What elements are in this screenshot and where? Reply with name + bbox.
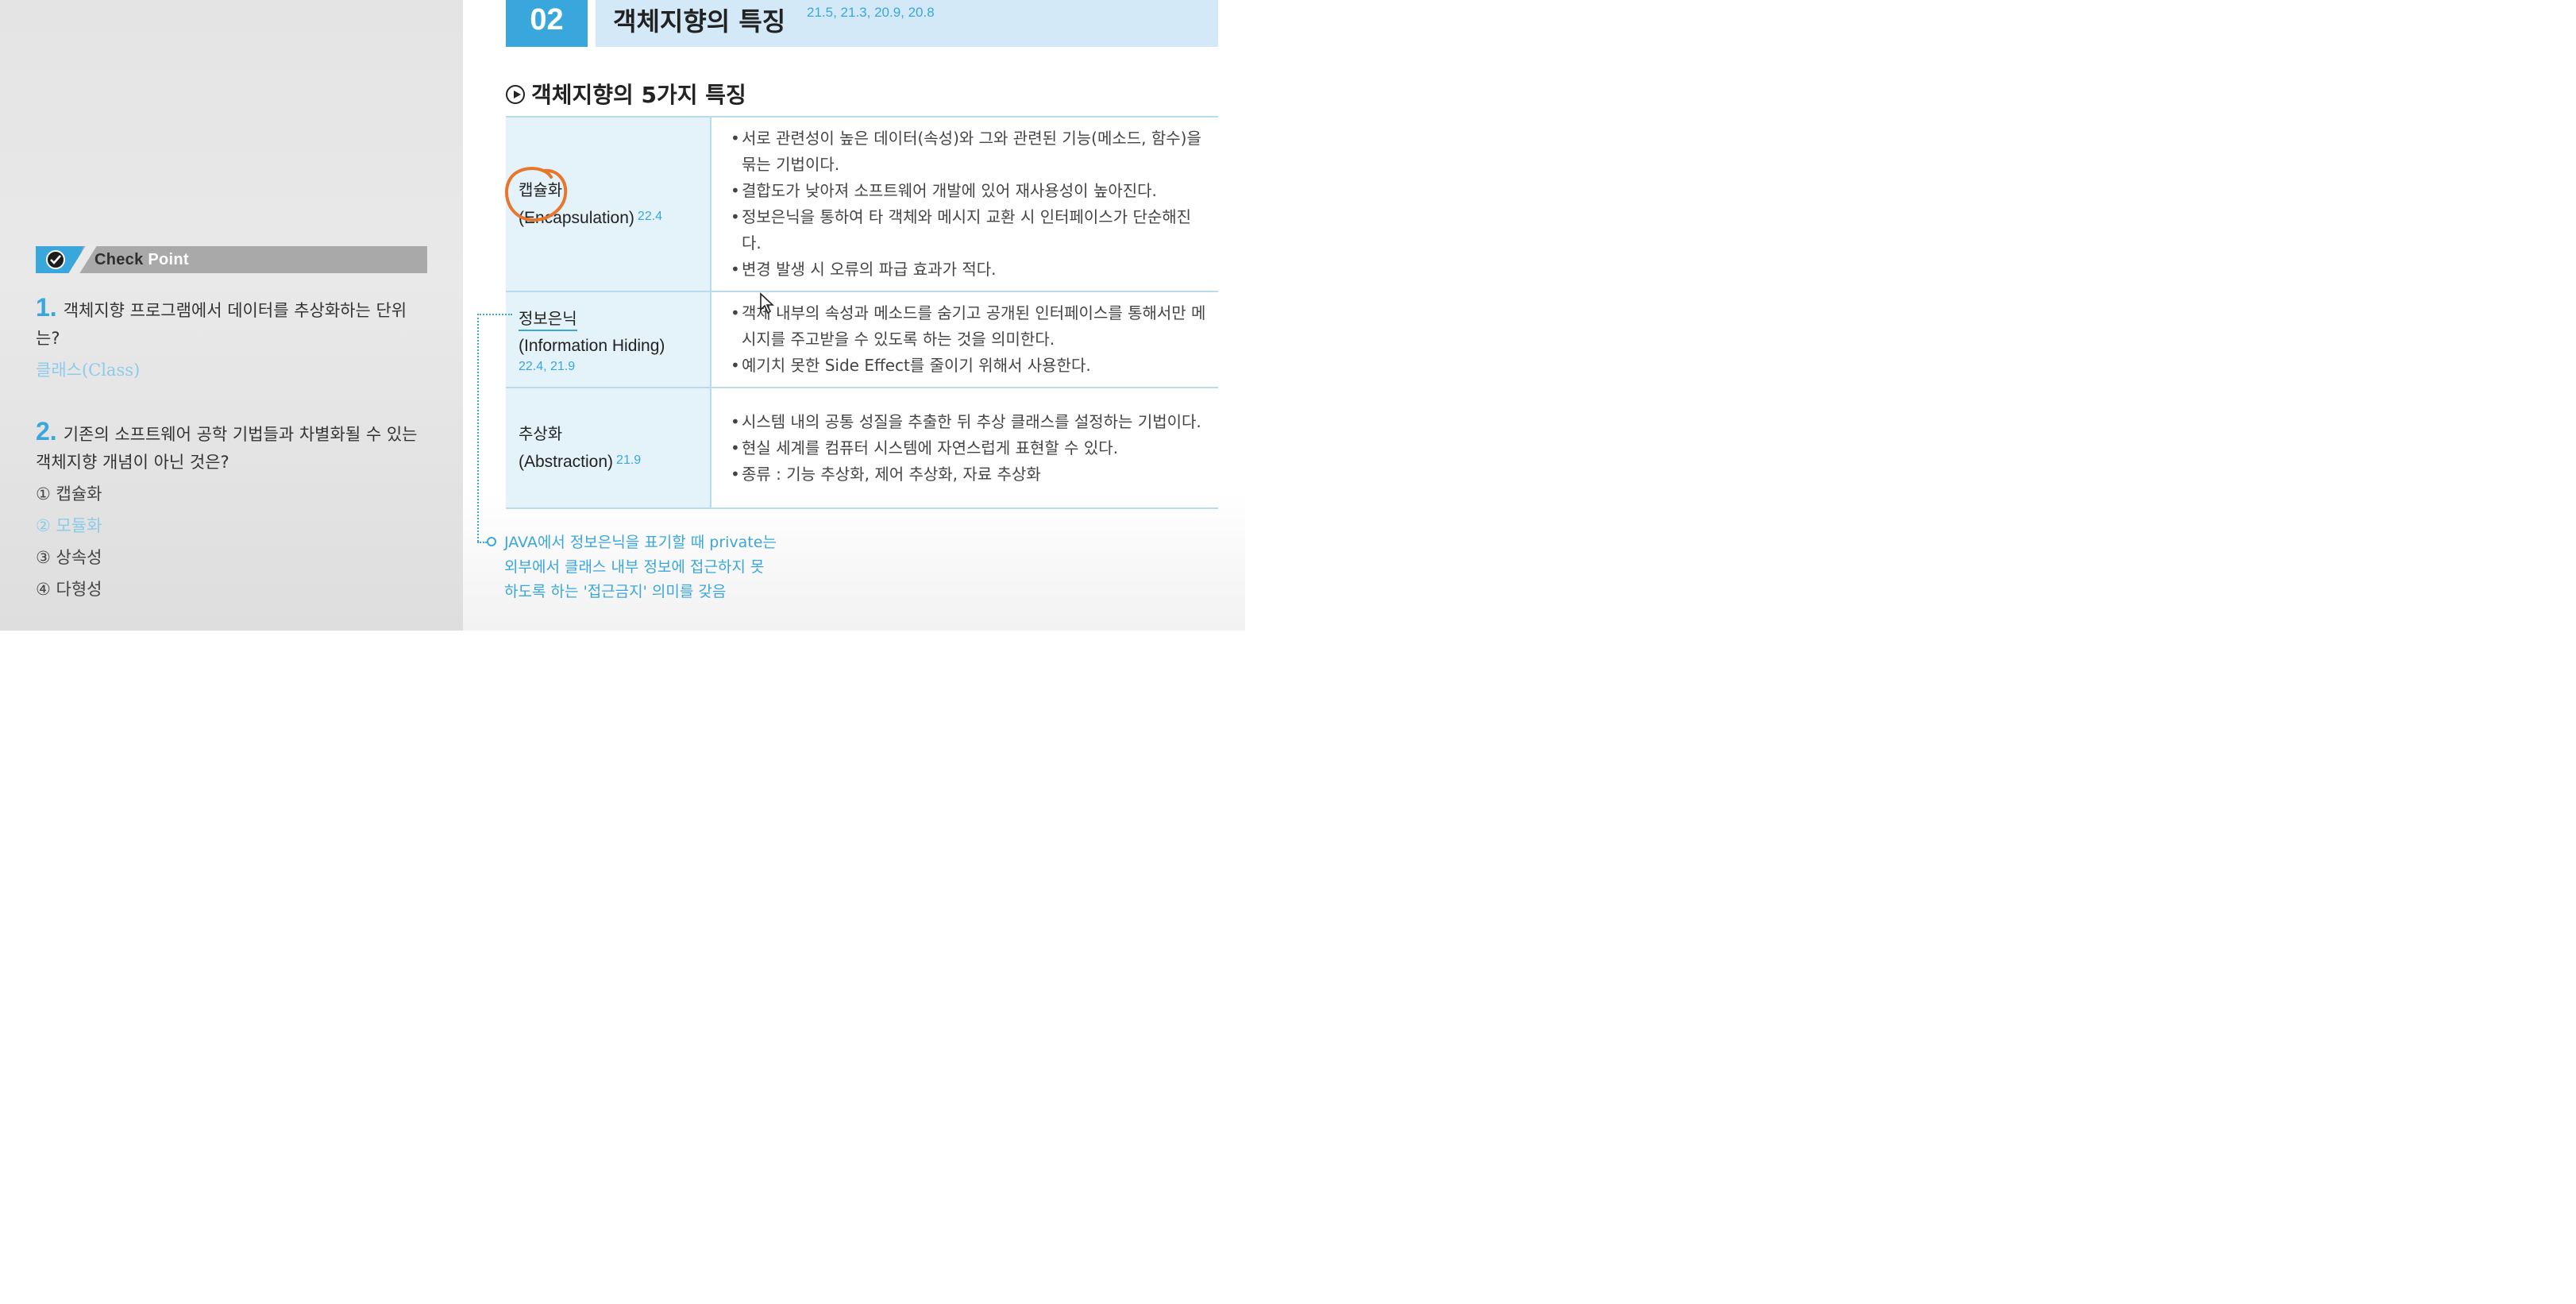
feature-name-en: (Abstraction) — [519, 453, 614, 471]
features-table: 캡슐화 (Encapsulation)22.4 서로 관련성이 높은 데이터(속… — [506, 116, 1218, 509]
feature-name-cell: 정보은닉 (Information Hiding) 22.4, 21.9 — [506, 291, 711, 388]
question-1: 1. 객체지향 프로그램에서 데이터를 추상화하는 단위는? — [36, 293, 407, 349]
feature-name-ko: 정보은닉 — [519, 309, 577, 331]
list-item: 현실 세계를 컴퓨터 시스템에 자연스럽게 표현할 수 있다. — [731, 435, 1210, 461]
section-number: 02 — [506, 0, 588, 47]
option-1: ① 캡슐화 — [36, 484, 102, 503]
checkpoint-banner: Check Point — [36, 246, 427, 273]
feature-years: 22.4 — [637, 210, 663, 223]
list-item: 예기치 못한 Side Effect를 줄이기 위해서 사용한다. — [731, 353, 1210, 379]
question-2: 2. 기존의 소프트웨어 공학 기법들과 차별화될 수 있는 객체지향 개념이 아… — [36, 417, 418, 473]
play-circle-icon — [506, 85, 525, 104]
table-row: 정보은닉 (Information Hiding) 22.4, 21.9 객체 … — [506, 291, 1218, 388]
list-item: 종류 : 기능 추상화, 제어 추상화, 자료 추상화 — [731, 461, 1210, 488]
question-1-text: 객체지향 프로그램에서 데이터를 추상화하는 단위는? — [36, 301, 407, 348]
list-item: 변경 발생 시 오류의 파급 효과가 적다. — [731, 257, 1210, 283]
feature-name-en: (Information Hiding) — [519, 337, 665, 355]
table-row: 캡슐화 (Encapsulation)22.4 서로 관련성이 높은 데이터(속… — [506, 116, 1218, 291]
feature-years: 21.9 — [616, 453, 642, 467]
checkmark-icon — [46, 250, 65, 269]
feature-name-ko: 추상화 — [519, 424, 563, 443]
list-item: 시스템 내의 공통 성질을 추출한 뒤 추상 클래스를 설정하는 기법이다. — [731, 409, 1210, 435]
sub-heading: 객체지향의 5가지 특징 — [506, 78, 746, 110]
option-4: ④ 다형성 — [36, 580, 102, 599]
feature-years: 22.4, 21.9 — [519, 360, 576, 373]
list-item: 서로 관련성이 높은 데이터(속성)와 그와 관련된 기능(메소드, 함수)을 … — [731, 125, 1210, 178]
note-marker — [487, 537, 496, 546]
connector-line — [477, 314, 512, 315]
table-row: 추상화 (Abstraction)21.9 시스템 내의 공통 성질을 추출한 … — [506, 387, 1218, 509]
list-item: 결합도가 낮아져 소프트웨어 개발에 있어 재사용성이 높아진다. — [731, 178, 1210, 204]
section-header: 객체지향의 특징 21.5, 21.3, 20.9, 20.8 — [596, 0, 1218, 47]
option-3: ③ 상속성 — [36, 548, 102, 567]
connector-line — [477, 542, 487, 543]
section-title: 객체지향의 특징 — [613, 6, 786, 37]
annotation-circle — [504, 167, 568, 222]
side-note: JAVA에서 정보은닉을 표기할 때 private는 외부에서 클래스 내부 … — [504, 534, 777, 600]
feature-name-cell: 추상화 (Abstraction) 21.9 — [506, 387, 711, 509]
checkpoint-title: Check Point — [94, 251, 189, 268]
list-item: 객체 내부의 속성과 메소드를 숨기고 공개된 인터페이스를 통해서만 메시지를… — [731, 300, 1210, 353]
exam-years: 21.5, 21.3, 20.9, 20.8 — [807, 5, 935, 20]
mouse-cursor-icon — [760, 292, 775, 314]
option-2-correct: ② 모듈화 — [36, 516, 102, 535]
connector-line — [477, 314, 479, 542]
question-1-answer: 클래스(Class) — [36, 361, 141, 380]
question-2-text: 기존의 소프트웨어 공학 기법들과 차별화될 수 있는 객체지향 개념이 아닌 … — [36, 425, 418, 472]
feature-desc-cell: 시스템 내의 공통 성질을 추출한 뒤 추상 클래스를 설정하는 기법이다. 현… — [711, 387, 1218, 509]
feature-desc-cell: 서로 관련성이 높은 데이터(속성)와 그와 관련된 기능(메소드, 함수)을 … — [711, 116, 1218, 291]
feature-desc-cell: 객체 내부의 속성과 메소드를 숨기고 공개된 인터페이스를 통해서만 메시지를… — [711, 291, 1218, 388]
list-item: 정보은닉을 통하여 타 객체와 메시지 교환 시 인터페이스가 단순해진다. — [731, 204, 1210, 257]
